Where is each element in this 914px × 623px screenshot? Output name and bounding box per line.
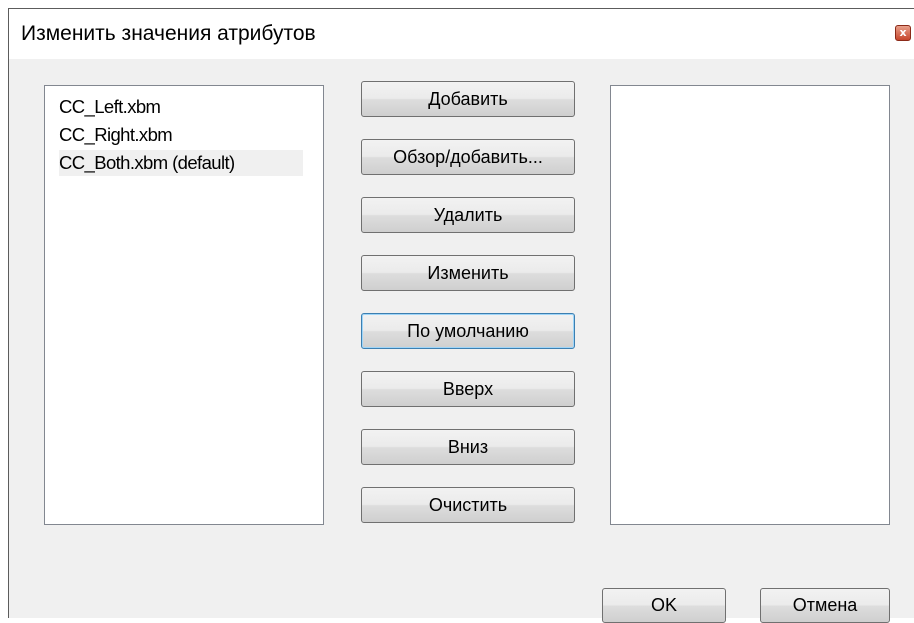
preview-box bbox=[610, 85, 890, 525]
dialog-window: Изменить значения атрибутов x CC_Left.xb… bbox=[8, 8, 914, 623]
clear-button[interactable]: Очистить bbox=[361, 487, 575, 523]
edit-button[interactable]: Изменить bbox=[361, 255, 575, 291]
dialog-title: Изменить значения атрибутов bbox=[21, 22, 316, 45]
title-bar[interactable]: Изменить значения атрибутов x bbox=[9, 9, 914, 59]
list-item-selected[interactable]: CC_Both.xbm (default) bbox=[59, 150, 303, 176]
add-button[interactable]: Добавить bbox=[361, 81, 575, 117]
list-item[interactable]: CC_Right.xbm bbox=[59, 122, 173, 148]
set-default-button[interactable]: По умолчанию bbox=[361, 313, 575, 349]
list-item[interactable]: CC_Left.xbm bbox=[59, 94, 161, 120]
browse-add-button[interactable]: Обзор/добавить... bbox=[361, 139, 575, 175]
delete-button[interactable]: Удалить bbox=[361, 197, 575, 233]
move-down-button[interactable]: Вниз bbox=[361, 429, 575, 465]
close-icon[interactable]: x bbox=[895, 25, 911, 41]
move-up-button[interactable]: Вверх bbox=[361, 371, 575, 407]
values-listbox[interactable]: CC_Left.xbm CC_Right.xbm CC_Both.xbm (de… bbox=[44, 85, 324, 525]
